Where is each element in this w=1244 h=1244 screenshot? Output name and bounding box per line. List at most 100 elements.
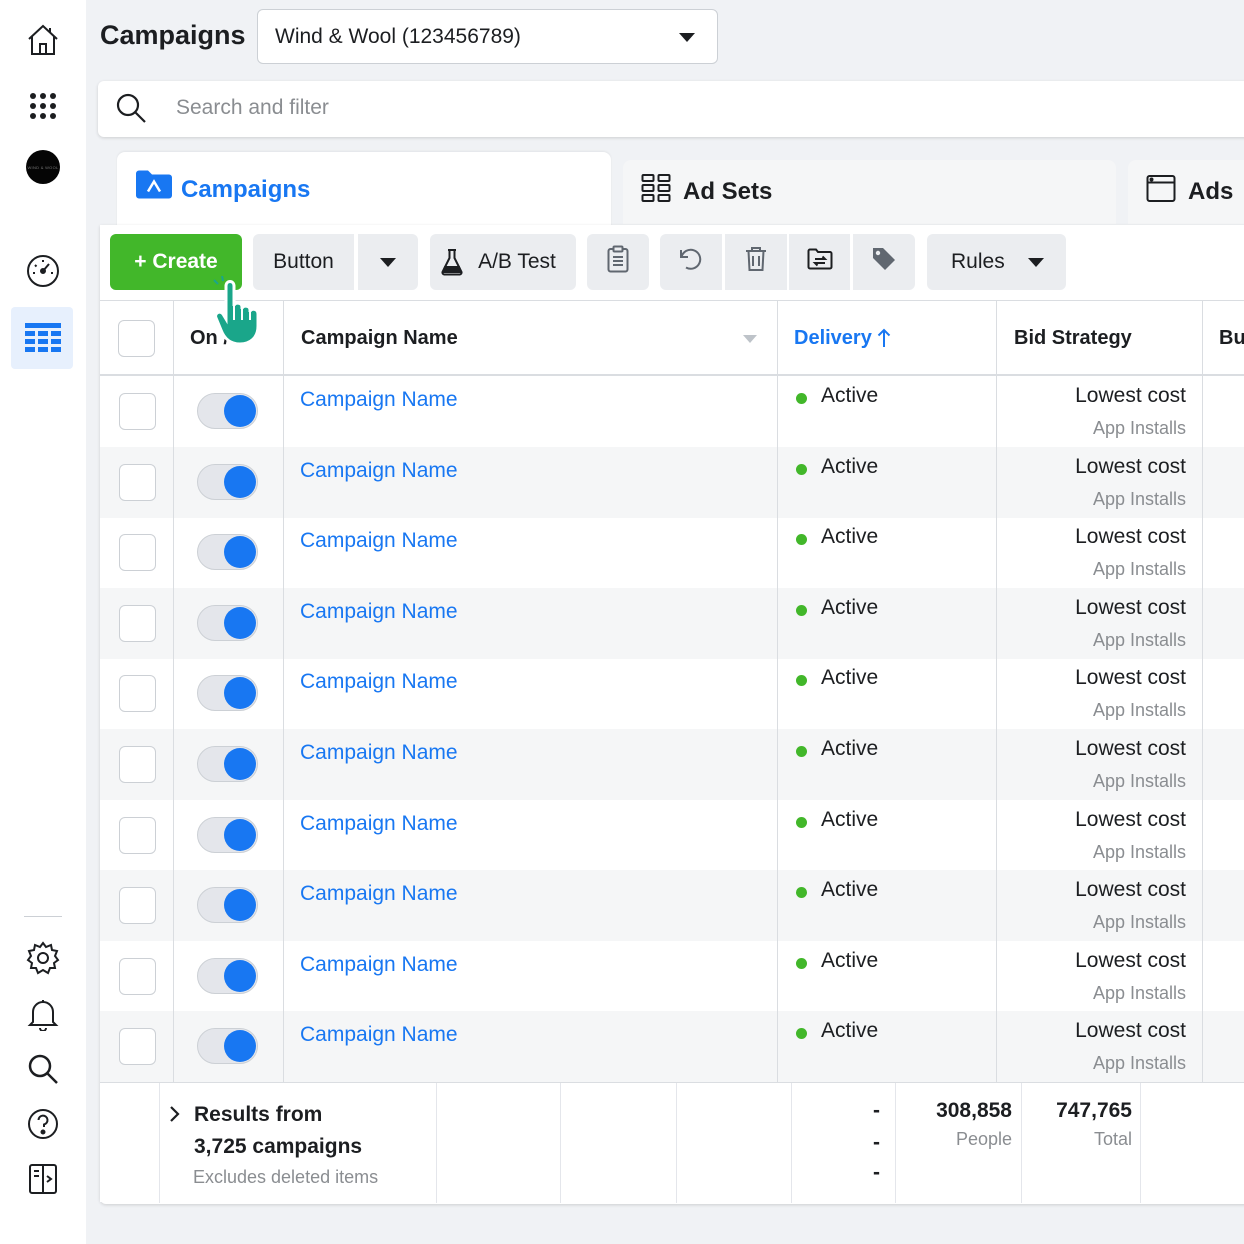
campaign-on-off-toggle[interactable]	[197, 957, 258, 994]
row-checkbox[interactable]	[119, 675, 156, 713]
notifications-bell-icon[interactable]	[21, 992, 65, 1036]
toggle-knob	[224, 959, 256, 992]
campaign-name-link[interactable]: Campaign Name	[300, 882, 458, 906]
search-icon[interactable]	[21, 1047, 65, 1091]
bid-strategy-value: Lowest cost	[1075, 525, 1186, 549]
status-active-dot-icon	[796, 675, 807, 687]
table-row: Campaign Name Active Lowest cost App Instal…	[100, 587, 1244, 659]
tab-campaigns[interactable]: Campaigns	[117, 152, 611, 228]
toggle-knob	[224, 536, 256, 569]
summary-dash: -	[873, 1099, 880, 1122]
row-checkbox[interactable]	[119, 957, 156, 995]
column-divider	[895, 1083, 896, 1203]
results-title-line1: Results from	[194, 1103, 323, 1126]
campaign-name-link[interactable]: Campaign Name	[300, 529, 458, 553]
tab-ad-sets[interactable]: Ad Sets	[623, 160, 1116, 224]
delivery-status: Active	[821, 525, 879, 549]
table-row: Campaign Name Active Lowest cost App Instal…	[100, 729, 1244, 800]
undo-button[interactable]	[660, 234, 722, 290]
delete-button[interactable]	[725, 234, 787, 290]
dashboard-gauge-icon[interactable]	[21, 249, 65, 293]
campaign-on-off-toggle[interactable]	[197, 604, 258, 641]
results-summary-row: Results from 3,725 campaigns Excludes de…	[100, 1082, 1244, 1203]
pointer-hand-cursor-icon	[212, 275, 278, 346]
campaign-name-link[interactable]: Campaign Name	[300, 388, 458, 412]
status-active-dot-icon	[796, 957, 807, 969]
column-header-delivery[interactable]: Delivery	[778, 301, 996, 375]
campaign-on-off-toggle[interactable]	[197, 393, 258, 429]
column-header-bid-strategy[interactable]: Bid Strategy	[997, 301, 1202, 375]
campaign-on-off-toggle[interactable]	[197, 1028, 258, 1065]
help-icon[interactable]	[21, 1102, 65, 1146]
account-name: Wind & Wool (123456789)	[275, 24, 521, 48]
campaign-name-link[interactable]: Campaign Name	[300, 741, 458, 765]
duplicate-button[interactable]	[587, 234, 649, 290]
reach-value: 308,858	[936, 1099, 1012, 1122]
campaign-on-off-toggle[interactable]	[197, 675, 258, 712]
row-checkbox[interactable]	[119, 463, 156, 501]
row-checkbox[interactable]	[119, 746, 156, 783]
impressions-value: 747,765	[1056, 1099, 1132, 1122]
page-title: Campaigns	[100, 20, 246, 50]
rules-button[interactable]: Rules	[927, 234, 1066, 290]
apps-grid-icon[interactable]	[21, 84, 65, 128]
results-note: Excludes deleted items	[193, 1167, 379, 1187]
delivery-status: Active	[821, 948, 879, 972]
account-selector[interactable]: Wind & Wool (123456789)	[257, 9, 718, 64]
row-checkbox[interactable]	[119, 534, 156, 572]
row-checkbox[interactable]	[119, 816, 156, 854]
row-checkbox[interactable]	[119, 393, 156, 430]
campaign-on-off-toggle[interactable]	[197, 887, 258, 924]
campaign-name-link[interactable]: Campaign Name	[300, 1023, 458, 1047]
column-divider	[777, 300, 778, 1082]
move-button[interactable]	[789, 234, 850, 290]
button-dropdown[interactable]	[358, 234, 418, 290]
table-row: Campaign Name Active Lowest cost App Instal…	[100, 870, 1244, 942]
left-nav-rail: WIND & WOOL	[0, 0, 86, 1244]
tab-ads[interactable]: Ads	[1128, 160, 1244, 224]
delivery-status: Active	[821, 595, 879, 619]
status-active-dot-icon	[796, 816, 807, 828]
campaign-on-off-toggle[interactable]	[197, 463, 258, 500]
campaign-name-link[interactable]: Campaign Name	[300, 600, 458, 624]
results-title: Results from 3,725 campaigns	[194, 1099, 362, 1163]
select-all-checkbox[interactable]	[118, 319, 155, 357]
tag-button[interactable]	[853, 234, 915, 290]
tab-label: Ad Sets	[683, 178, 773, 205]
row-checkbox[interactable]	[119, 1028, 156, 1066]
delivery-status: Active	[821, 454, 879, 478]
toggle-knob	[224, 395, 256, 427]
impressions-label: Total	[1093, 1129, 1132, 1149]
campaign-name-link[interactable]: Campaign Name	[300, 812, 458, 836]
column-header-budget[interactable]: Bu	[1203, 301, 1244, 375]
campaign-on-off-toggle[interactable]	[197, 534, 258, 571]
bid-strategy-value: Lowest cost	[1075, 948, 1186, 972]
panel-toggle-icon[interactable]	[21, 1157, 65, 1201]
row-checkbox[interactable]	[119, 887, 156, 925]
bid-strategy-value: Lowest cost	[1075, 595, 1186, 619]
ads-manager-table-icon[interactable]	[21, 316, 65, 360]
bid-strategy-objective: App Installs	[1092, 700, 1186, 721]
search-input[interactable]	[176, 93, 876, 123]
account-avatar[interactable]: WIND & WOOL	[21, 145, 65, 189]
impressions-summary: 747,765 Total	[1056, 1099, 1132, 1150]
chevron-right-icon[interactable]	[168, 1105, 180, 1128]
tab-label: Campaigns	[181, 176, 311, 203]
campaign-name-link[interactable]: Campaign Name	[300, 953, 458, 977]
campaign-on-off-toggle[interactable]	[197, 746, 258, 782]
campaigns-table: Campaign Name Active Lowest cost App Instal…	[100, 300, 1244, 1082]
status-active-dot-icon	[796, 1028, 807, 1040]
campaign-name-link[interactable]: Campaign Name	[300, 670, 458, 694]
row-checkbox[interactable]	[119, 604, 156, 642]
ab-test-button[interactable]: A/B Test	[430, 234, 576, 290]
table-row: Campaign Name Active Lowest cost App Instal…	[100, 941, 1244, 1012]
home-icon[interactable]	[21, 18, 65, 62]
chevron-down-icon	[679, 33, 695, 42]
column-header-campaign-name[interactable]: Campaign Name	[284, 301, 777, 375]
campaign-on-off-toggle[interactable]	[197, 816, 258, 853]
status-active-dot-icon	[796, 463, 807, 475]
campaign-name-link[interactable]: Campaign Name	[300, 459, 458, 483]
search-icon	[115, 92, 147, 129]
settings-gear-icon[interactable]	[21, 936, 65, 980]
column-divider	[283, 300, 284, 1082]
